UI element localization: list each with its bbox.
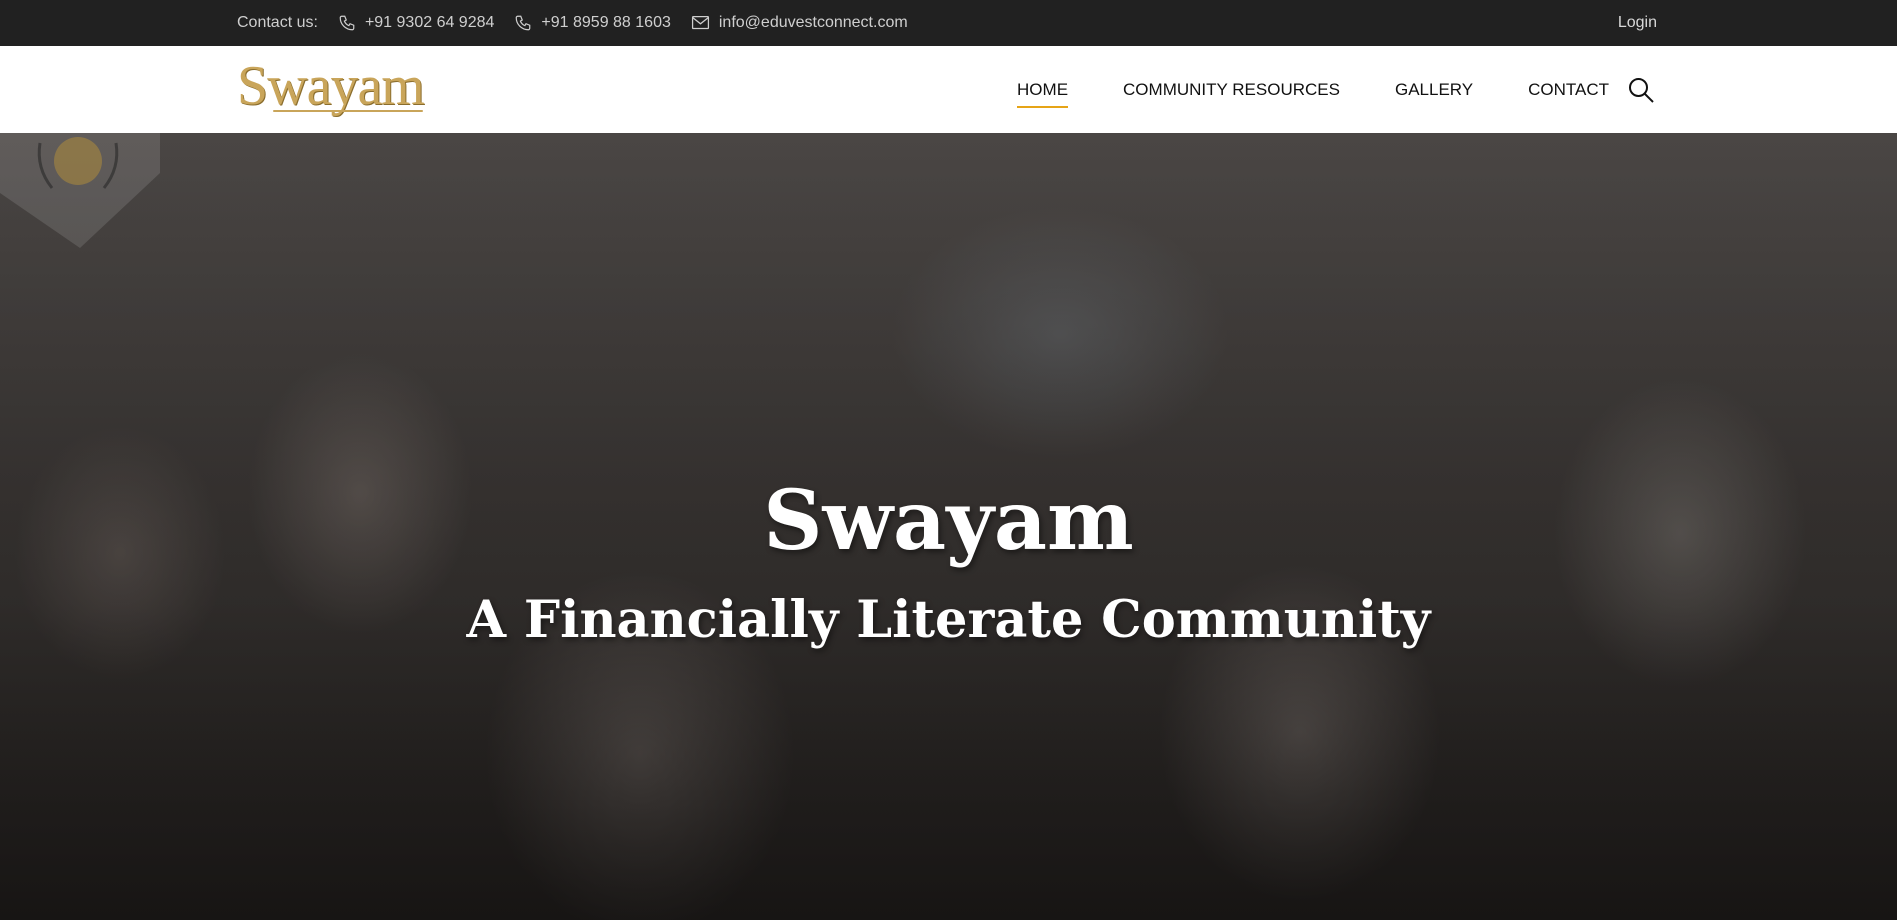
logo-underline: [273, 110, 423, 112]
phone-link-1[interactable]: +91 9302 64 9284: [338, 14, 494, 32]
hero-subtitle: A Financially Literate Community: [466, 590, 1431, 650]
crest-badge-icon: [0, 133, 160, 248]
phone-link-2[interactable]: +91 8959 88 1603: [514, 14, 671, 32]
contact-info: Contact us: +91 9302 64 9284 +91 8959 88…: [237, 0, 928, 46]
email-address: info@eduvestconnect.com: [718, 14, 908, 31]
top-contact-bar: Contact us: +91 9302 64 9284 +91 8959 88…: [0, 0, 1897, 46]
nav-item-contact[interactable]: CONTACT: [1528, 72, 1609, 108]
nav-item-community-resources[interactable]: COMMUNITY RESOURCES: [1123, 72, 1340, 108]
hero-banner: Swayam A Financially Literate Community: [0, 133, 1897, 920]
phone-number-1: +91 9302 64 9284: [364, 14, 495, 31]
search-icon: [1629, 78, 1654, 103]
logo-text: Swayam: [237, 55, 425, 117]
nav-item-home[interactable]: HOME: [1017, 72, 1069, 108]
contact-label: Contact us:: [237, 14, 318, 31]
nav-item-gallery[interactable]: GALLERY: [1395, 72, 1473, 108]
site-logo[interactable]: Swayam: [237, 54, 425, 118]
mail-icon: [691, 16, 709, 30]
hero-title: Swayam: [763, 473, 1134, 569]
phone-number-2: +91 8959 88 1603: [541, 14, 671, 31]
login-link[interactable]: Login: [1618, 0, 1657, 46]
email-link[interactable]: info@eduvestconnect.com: [691, 14, 908, 32]
main-nav: HOME COMMUNITY RESOURCES GALLERY CONTACT: [1017, 46, 1609, 133]
site-header: Swayam HOME COMMUNITY RESOURCES GALLERY …: [0, 46, 1897, 133]
phone-icon: [516, 15, 531, 31]
phone-icon: [339, 15, 355, 31]
search-button[interactable]: [1625, 74, 1657, 106]
